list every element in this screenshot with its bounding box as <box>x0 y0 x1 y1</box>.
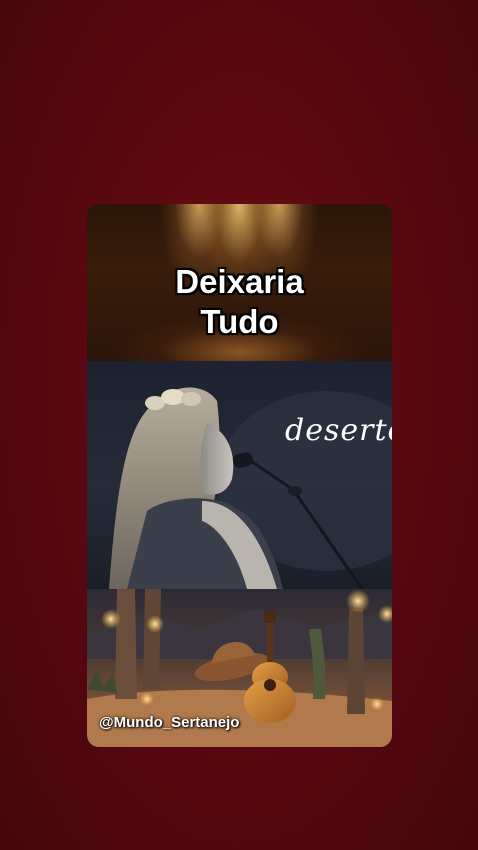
account-handle: @Mundo_Sertanejo <box>99 714 240 731</box>
singer-face <box>200 423 234 495</box>
singer-panel: deserto <box>87 361 392 589</box>
flower-crown <box>181 392 201 406</box>
desert-plant <box>87 669 117 693</box>
cactus <box>143 589 161 689</box>
song-title-line-2: Tudo <box>200 303 279 340</box>
overlay-word: deserto <box>285 413 392 448</box>
flower-crown <box>161 389 185 405</box>
song-title: Deixaria Tudo <box>87 262 392 342</box>
song-title-line-1: Deixaria <box>175 263 304 300</box>
cactus <box>115 589 137 699</box>
lamp-glow <box>346 589 370 613</box>
lamp-glow <box>370 697 384 711</box>
guitar-soundhole <box>264 679 276 691</box>
lamp-glow <box>146 615 164 633</box>
lamp-glow <box>140 692 154 706</box>
cactus <box>347 609 365 714</box>
guitar-neck <box>267 619 273 669</box>
stage-panel: Deixaria Tudo <box>87 204 392 361</box>
singer-illustration <box>109 387 392 589</box>
desert-panel: @Mundo_Sertanejo <box>87 589 392 747</box>
microphone <box>288 486 302 496</box>
video-card[interactable]: Deixaria Tudo desert @Mundo_Sertanejo <box>87 204 392 747</box>
guitar-head <box>264 611 276 623</box>
lamp-glow <box>101 609 121 629</box>
